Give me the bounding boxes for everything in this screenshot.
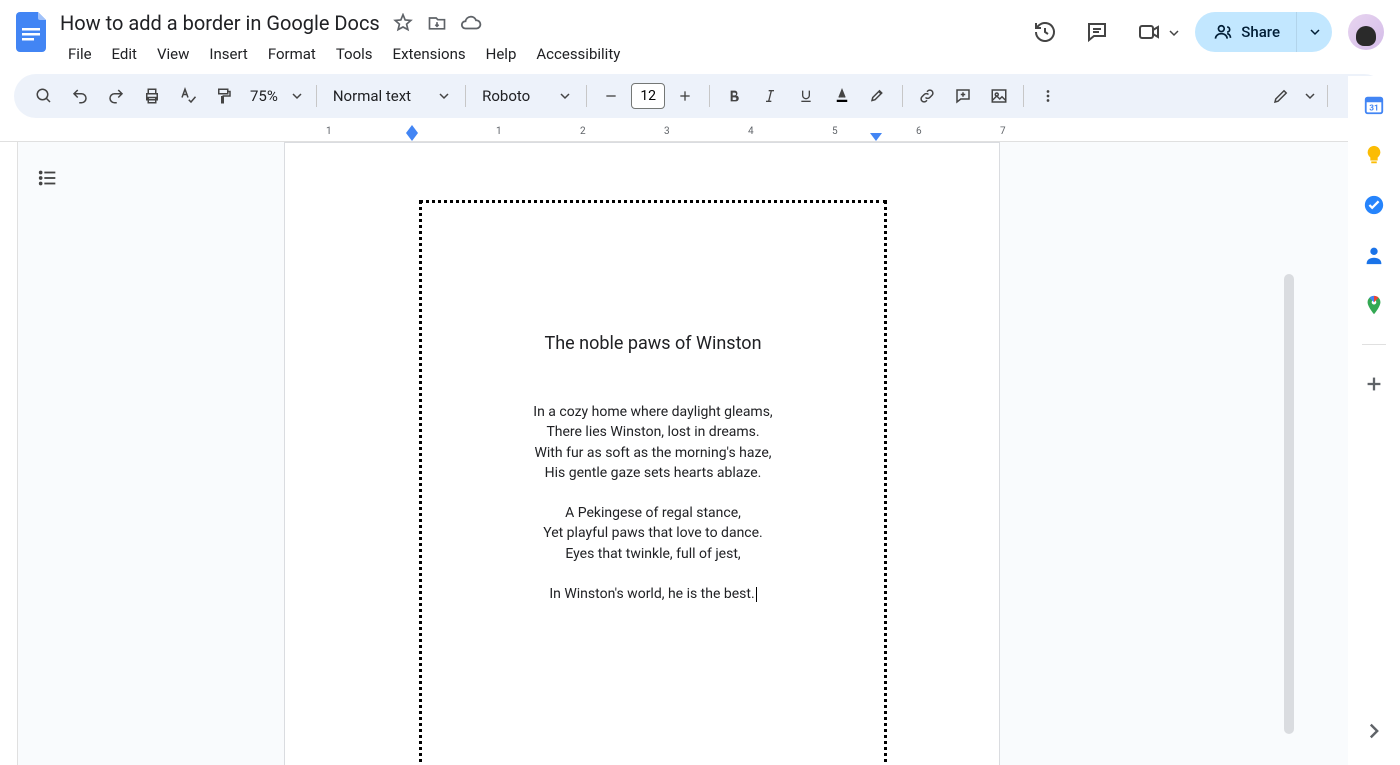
indent-marker-icon[interactable]: [406, 125, 418, 133]
text-cursor: [756, 587, 757, 602]
zoom-select[interactable]: 75%: [244, 87, 308, 105]
poem-line: With fur as soft as the morning's haze,: [422, 443, 884, 463]
print-icon[interactable]: [136, 80, 168, 112]
comments-icon[interactable]: [1079, 14, 1115, 50]
italic-icon[interactable]: [754, 80, 786, 112]
ruler-tick: 2: [580, 126, 586, 137]
page-border: The noble paws of Winston In a cozy home…: [419, 200, 887, 765]
poem-line: In Winston's world, he is the best.: [422, 584, 884, 604]
menu-accessibility[interactable]: Accessibility: [528, 41, 628, 67]
spellcheck-icon[interactable]: [172, 80, 204, 112]
move-icon[interactable]: [426, 12, 448, 34]
editing-mode-dropdown-icon[interactable]: [1305, 91, 1315, 101]
collapse-sidepanel-icon[interactable]: [1360, 717, 1388, 745]
workspace: 1 1 2 3 4 5 6 7 The noble paws of Winsto…: [0, 124, 1348, 765]
poem-title: The noble paws of Winston: [422, 333, 884, 354]
paragraph-style-select[interactable]: Normal text: [325, 87, 457, 105]
side-panel: 31: [1348, 76, 1400, 765]
meet-dropdown-icon[interactable]: [1169, 23, 1179, 42]
addons-icon[interactable]: [1363, 373, 1385, 395]
menu-edit[interactable]: Edit: [104, 41, 145, 67]
star-icon[interactable]: [392, 12, 414, 34]
share-button-group: Share: [1195, 12, 1332, 52]
redo-icon[interactable]: [100, 80, 132, 112]
font-size-input[interactable]: 12: [631, 83, 665, 109]
meet-icon[interactable]: [1131, 14, 1167, 50]
decrease-font-icon[interactable]: [595, 80, 627, 112]
menu-file[interactable]: File: [60, 41, 100, 67]
maps-icon[interactable]: [1363, 294, 1385, 316]
zoom-value: 75%: [250, 87, 278, 105]
header-bar: How to add a border in Google Docs File …: [0, 0, 1400, 68]
horizontal-ruler[interactable]: 1 1 2 3 4 5 6 7: [0, 124, 1348, 142]
history-icon[interactable]: [1027, 14, 1063, 50]
tasks-icon[interactable]: [1363, 194, 1385, 216]
chevron-down-icon: [292, 91, 302, 101]
menu-view[interactable]: View: [149, 41, 197, 67]
font-select[interactable]: Roboto: [474, 87, 578, 105]
toolbar: 75% Normal text Roboto 12: [14, 74, 1386, 118]
chevron-down-icon: [560, 91, 570, 101]
ruler-tick: 4: [748, 126, 754, 137]
menu-extensions[interactable]: Extensions: [385, 41, 474, 67]
calendar-icon[interactable]: 31: [1363, 94, 1385, 116]
menu-insert[interactable]: Insert: [201, 41, 255, 67]
docs-logo-icon[interactable]: [12, 12, 52, 52]
svg-text:31: 31: [1369, 104, 1378, 114]
cloud-status-icon[interactable]: [460, 12, 482, 34]
undo-icon[interactable]: [64, 80, 96, 112]
poem-line: In a cozy home where daylight gleams,: [422, 402, 884, 422]
share-button[interactable]: Share: [1195, 12, 1296, 52]
vertical-ruler[interactable]: [0, 142, 18, 765]
poem-line: There lies Winston, lost in dreams.: [422, 422, 884, 442]
ruler-tick: 1: [496, 126, 502, 137]
keep-icon[interactable]: [1363, 144, 1385, 166]
document-page[interactable]: The noble paws of Winston In a cozy home…: [284, 142, 1000, 765]
indent-marker-icon[interactable]: [406, 133, 418, 141]
poem-line: Eyes that twinkle, full of jest,: [422, 544, 884, 564]
contacts-icon[interactable]: [1363, 244, 1385, 266]
share-label: Share: [1241, 23, 1280, 41]
people-icon: [1213, 22, 1233, 42]
ruler-tick: 6: [916, 126, 922, 137]
share-dropdown[interactable]: [1296, 12, 1332, 52]
ruler-tick: 7: [1000, 126, 1006, 137]
add-comment-icon[interactable]: [947, 80, 979, 112]
underline-icon[interactable]: [790, 80, 822, 112]
chevron-down-icon: [439, 91, 449, 101]
indent-marker-icon[interactable]: [870, 133, 882, 141]
ruler-tick: 5: [832, 126, 838, 137]
poem-line: A Pekingese of regal stance,: [422, 503, 884, 523]
style-value: Normal text: [333, 87, 411, 105]
highlight-icon[interactable]: [862, 80, 894, 112]
search-icon[interactable]: [28, 80, 60, 112]
poem-line: Yet playful paws that love to dance.: [422, 523, 884, 543]
font-value: Roboto: [482, 87, 530, 105]
ruler-tick: 3: [664, 126, 670, 137]
text-color-icon[interactable]: [826, 80, 858, 112]
more-icon[interactable]: [1032, 80, 1064, 112]
insert-image-icon[interactable]: [983, 80, 1015, 112]
bold-icon[interactable]: [718, 80, 750, 112]
menu-format[interactable]: Format: [260, 41, 324, 67]
document-outline-icon[interactable]: [34, 164, 62, 192]
vertical-scrollbar[interactable]: [1284, 274, 1294, 734]
poem-line: His gentle gaze sets hearts ablaze.: [422, 463, 884, 483]
increase-font-icon[interactable]: [669, 80, 701, 112]
account-avatar[interactable]: [1348, 14, 1384, 50]
ruler-tick: 1: [326, 126, 332, 137]
editing-mode-icon[interactable]: [1265, 80, 1297, 112]
paint-format-icon[interactable]: [208, 80, 240, 112]
menu-help[interactable]: Help: [478, 41, 525, 67]
link-icon[interactable]: [911, 80, 943, 112]
menu-tools[interactable]: Tools: [328, 41, 381, 67]
menu-bar: File Edit View Insert Format Tools Exten…: [60, 40, 1019, 68]
document-title[interactable]: How to add a border in Google Docs: [60, 11, 380, 35]
